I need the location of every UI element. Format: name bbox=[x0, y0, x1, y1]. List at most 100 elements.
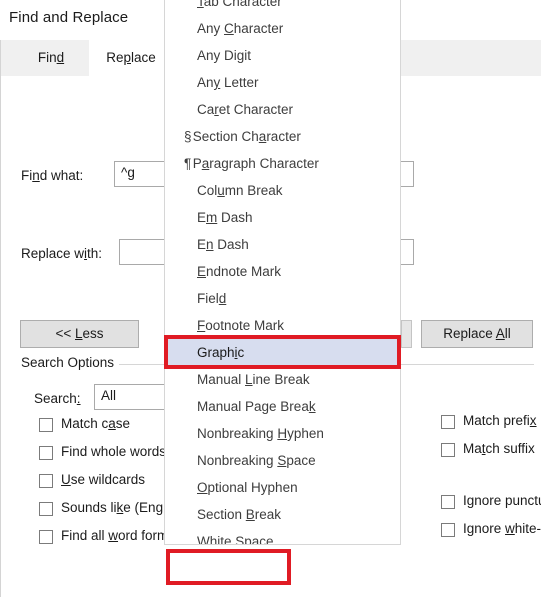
checkbox-label: Find whole words bbox=[61, 444, 166, 459]
checkbox-box[interactable] bbox=[441, 495, 455, 509]
tab-replace-accel: p bbox=[123, 50, 131, 65]
mi-post: c bbox=[237, 345, 245, 360]
cb-accel: U bbox=[61, 472, 71, 487]
mi-post: Dash bbox=[217, 210, 253, 225]
mi-post: reak bbox=[254, 507, 282, 522]
menu-item-nonbreaking-hyphen[interactable]: Nonbreaking Hyphen bbox=[166, 420, 400, 447]
menu-item-nonbreaking-space[interactable]: Nonbreaking Space bbox=[166, 447, 400, 474]
menu-item-manual-page-break[interactable]: Manual Page Break bbox=[166, 393, 400, 420]
find-what-label-post: d what: bbox=[39, 168, 84, 183]
search-label-pre: Search bbox=[34, 391, 77, 406]
tab-find[interactable]: Find bbox=[15, 40, 87, 76]
mi-accel: H bbox=[277, 426, 288, 441]
less-button[interactable]: << Less bbox=[20, 320, 139, 348]
cb-pre: Ignore punctu bbox=[463, 493, 541, 508]
checkbox-box[interactable] bbox=[441, 415, 455, 429]
checkbox-label: Sounds like (Englis bbox=[61, 500, 176, 515]
replace-all-pre: Replace bbox=[443, 326, 496, 341]
cb-accel: w bbox=[108, 528, 119, 543]
checkbox-label: Match suffix bbox=[463, 441, 535, 456]
mi-post: haracter bbox=[233, 21, 284, 36]
mi-pre: Any bbox=[197, 21, 225, 36]
cb-accel: w bbox=[505, 521, 515, 536]
cb-post: ord form bbox=[118, 528, 169, 543]
mi-post: ptional Hyphen bbox=[207, 480, 298, 495]
mi-accel: k bbox=[308, 399, 316, 414]
checkbox-box[interactable] bbox=[39, 418, 53, 432]
checkbox-box[interactable] bbox=[39, 530, 53, 544]
menu-item-graphic[interactable]: Graphic bbox=[166, 339, 400, 366]
cb-post: se bbox=[115, 416, 131, 431]
mi-pre: Section bbox=[197, 507, 246, 522]
checkbox-box[interactable] bbox=[39, 502, 53, 516]
mi-accel: m bbox=[206, 210, 218, 225]
menu-item-any-digit[interactable]: Any Digit bbox=[166, 42, 400, 69]
mi-post: ab Character bbox=[203, 0, 282, 9]
mi-pre: Fiel bbox=[197, 291, 219, 306]
checkbox-label: Match case bbox=[61, 416, 130, 431]
menu-item-caret-character[interactable]: Caret Character bbox=[166, 96, 400, 123]
menu-item-any-character[interactable]: Any Character bbox=[166, 15, 400, 42]
mi-post: ootnote Mark bbox=[205, 318, 285, 333]
mi-pre: Graph bbox=[197, 345, 235, 360]
menu-item-field[interactable]: Field bbox=[166, 285, 400, 312]
checkbox-box[interactable] bbox=[441, 523, 455, 537]
mi-post: Dash bbox=[213, 237, 249, 252]
cb-post: ch suffix bbox=[485, 441, 535, 456]
cb-accel: a bbox=[108, 416, 116, 431]
menu-item-white-space[interactable]: White Space bbox=[166, 528, 400, 545]
replace-all-accel: A bbox=[495, 326, 505, 341]
cb-pre: Find all bbox=[61, 528, 109, 543]
menu-item-any-letter[interactable]: Any Letter bbox=[166, 69, 400, 96]
replace-with-label: Replace with: bbox=[21, 246, 102, 261]
mi-post: it bbox=[244, 48, 252, 63]
tab-find-label-pre: Fin bbox=[37, 50, 57, 65]
menu-item-column-break[interactable]: Column Break bbox=[166, 177, 400, 204]
menu-item-manual-line-break[interactable]: Manual Line Break bbox=[166, 366, 400, 393]
mi-post: hite Space bbox=[209, 534, 274, 545]
mi-pre: Manual Page Brea bbox=[197, 399, 309, 414]
tab-replace[interactable]: Replace bbox=[89, 40, 173, 77]
cb-pre: Sounds li bbox=[61, 500, 117, 515]
checkbox-label: Ignore white-s bbox=[463, 521, 541, 536]
cb-post: se wildcards bbox=[70, 472, 146, 487]
mi-accel: B bbox=[245, 507, 255, 522]
find-what-accel: n bbox=[32, 168, 40, 183]
menu-item-en-dash[interactable]: En Dash bbox=[166, 231, 400, 258]
checkbox-box[interactable] bbox=[441, 443, 455, 457]
find-what-label: Find what: bbox=[21, 168, 83, 183]
search-label-accel: : bbox=[76, 391, 81, 406]
find-and-replace-dialog: Find and Replace Find Replace Find what:… bbox=[0, 0, 541, 597]
checkbox-box[interactable] bbox=[39, 446, 53, 460]
mi-accel: E bbox=[197, 264, 207, 279]
menu-item-endnote-mark[interactable]: Endnote Mark bbox=[166, 258, 400, 285]
mi-post: racter bbox=[266, 129, 301, 144]
menu-item-section-character[interactable]: § Section Character bbox=[166, 123, 400, 150]
mi-post: pace bbox=[286, 453, 316, 468]
cb-pre: Ignore bbox=[463, 521, 506, 536]
page-title: Find and Replace bbox=[9, 9, 129, 26]
mi-pre: E bbox=[197, 210, 207, 225]
mi-post: ndnote Mark bbox=[206, 264, 282, 279]
menu-item-em-dash[interactable]: Em Dash bbox=[166, 204, 400, 231]
menu-item-section-break[interactable]: Section Break bbox=[166, 501, 400, 528]
cb-post: hite-s bbox=[514, 521, 541, 536]
less-accel: L bbox=[75, 326, 83, 341]
cb-accel: x bbox=[529, 413, 537, 428]
menu-item-tab-character[interactable]: Tab Character bbox=[166, 0, 400, 15]
checkbox-label: Use wildcards bbox=[61, 472, 145, 487]
mi-pre: Ca bbox=[197, 102, 215, 117]
menu-item-paragraph-character[interactable]: ¶ Paragraph Character bbox=[166, 150, 400, 177]
checkbox-label: Find all word form bbox=[61, 528, 168, 543]
menu-item-footnote-mark[interactable]: Footnote Mark bbox=[166, 312, 400, 339]
checkbox-label: Match prefix bbox=[463, 413, 537, 428]
menu-item-optional-hyphen[interactable]: Optional Hyphen bbox=[166, 474, 400, 501]
replace-all-button[interactable]: Replace All bbox=[421, 320, 533, 348]
checkbox-label: Ignore punctu bbox=[463, 493, 541, 508]
scrollbar-sliver[interactable] bbox=[401, 320, 412, 348]
mi-pre: Manual bbox=[197, 372, 246, 387]
mi-pre: Nonbreaking bbox=[197, 453, 278, 468]
checkbox-box[interactable] bbox=[39, 474, 53, 488]
mi-accel: T bbox=[197, 0, 204, 9]
mi-pre: E bbox=[197, 237, 207, 252]
